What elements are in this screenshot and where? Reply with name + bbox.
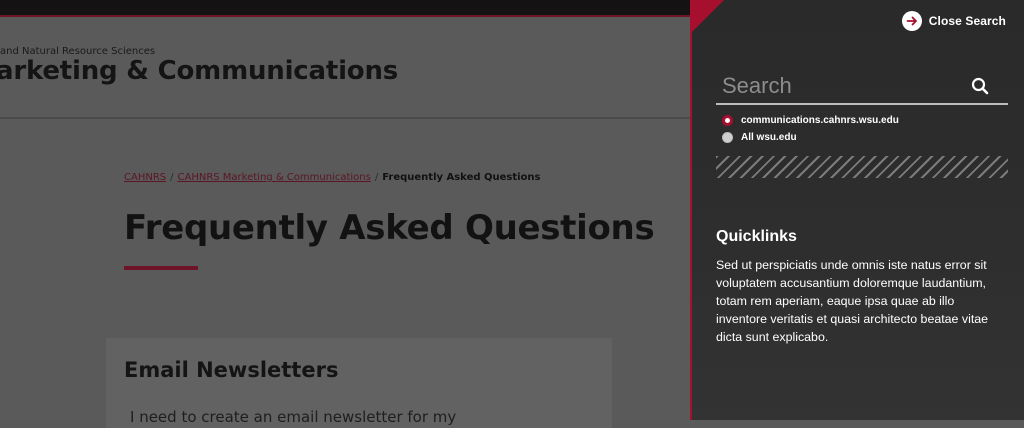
- page-title: Frequently Asked Questions: [124, 208, 655, 248]
- radio-checked-icon[interactable]: [722, 115, 733, 126]
- header-divider: [0, 117, 690, 119]
- breadcrumb-link-cahnrs[interactable]: CAHNRS: [124, 172, 166, 183]
- arrow-right-icon: [901, 11, 922, 31]
- decorative-stripes: [716, 156, 1008, 178]
- quicklinks-title: Quicklinks: [716, 228, 797, 245]
- breadcrumb-current: Frequently Asked Questions: [382, 172, 541, 183]
- quicklinks-text: Sed ut perspiciatis unde omnis iste natu…: [716, 258, 989, 344]
- search-input-underline: [716, 103, 1008, 105]
- close-search-button[interactable]: Close Search: [901, 11, 1006, 31]
- faq-card-title: Email Newsletters: [124, 358, 339, 382]
- title-accent-bar: [124, 266, 198, 270]
- search-input[interactable]: [716, 70, 980, 102]
- panel-corner-accent: [692, 0, 724, 32]
- scope-option-all-wsu[interactable]: All wsu.edu: [722, 132, 797, 143]
- scope-option-label: communications.cahnrs.wsu.edu: [741, 115, 899, 126]
- search-icon: [971, 77, 989, 95]
- breadcrumb-separator: /: [374, 172, 379, 183]
- scope-option-site[interactable]: communications.cahnrs.wsu.edu: [722, 115, 899, 126]
- site-title[interactable]: arketing & Communications: [0, 56, 398, 86]
- faq-card-question[interactable]: I need to create an email newsletter for…: [130, 408, 456, 426]
- search-submit-button[interactable]: [968, 74, 992, 98]
- scope-option-label: All wsu.edu: [741, 132, 797, 143]
- radio-unchecked-icon[interactable]: [722, 132, 733, 143]
- close-search-label: Close Search: [928, 14, 1006, 28]
- breadcrumb-link-marketing[interactable]: CAHNRS Marketing & Communications: [178, 172, 371, 183]
- search-panel: Close Search communications.cahnrs.wsu.e…: [690, 0, 1024, 420]
- breadcrumb-separator: /: [170, 172, 174, 183]
- breadcrumb: CAHNRS / CAHNRS Marketing & Communications…: [124, 172, 541, 183]
